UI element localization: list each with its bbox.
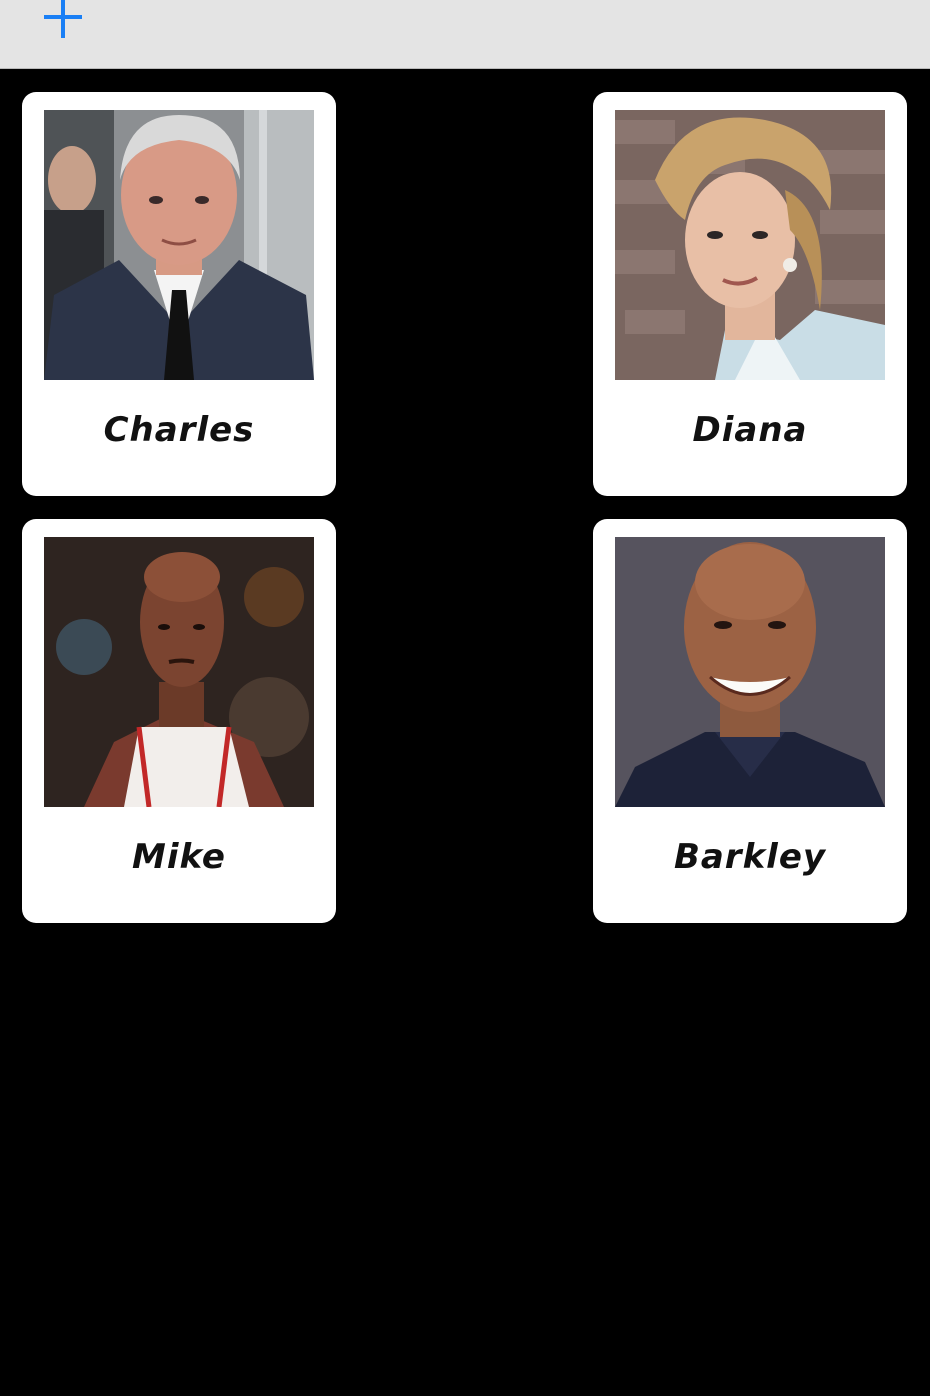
person-photo [615, 110, 885, 380]
person-name: Barkley [673, 837, 827, 877]
person-photo [44, 110, 314, 380]
person-name: Diana [692, 410, 808, 450]
person-card-mike[interactable]: Mike [22, 519, 336, 923]
person-photo [44, 537, 314, 807]
people-grid: Charles Diana Mike Barkley [0, 0, 930, 1396]
person-photo [615, 537, 885, 807]
person-name: Mike [132, 837, 226, 877]
person-name: Charles [103, 410, 255, 450]
person-card-diana[interactable]: Diana [593, 92, 907, 496]
person-card-barkley[interactable]: Barkley [593, 519, 907, 923]
person-card-charles[interactable]: Charles [22, 92, 336, 496]
